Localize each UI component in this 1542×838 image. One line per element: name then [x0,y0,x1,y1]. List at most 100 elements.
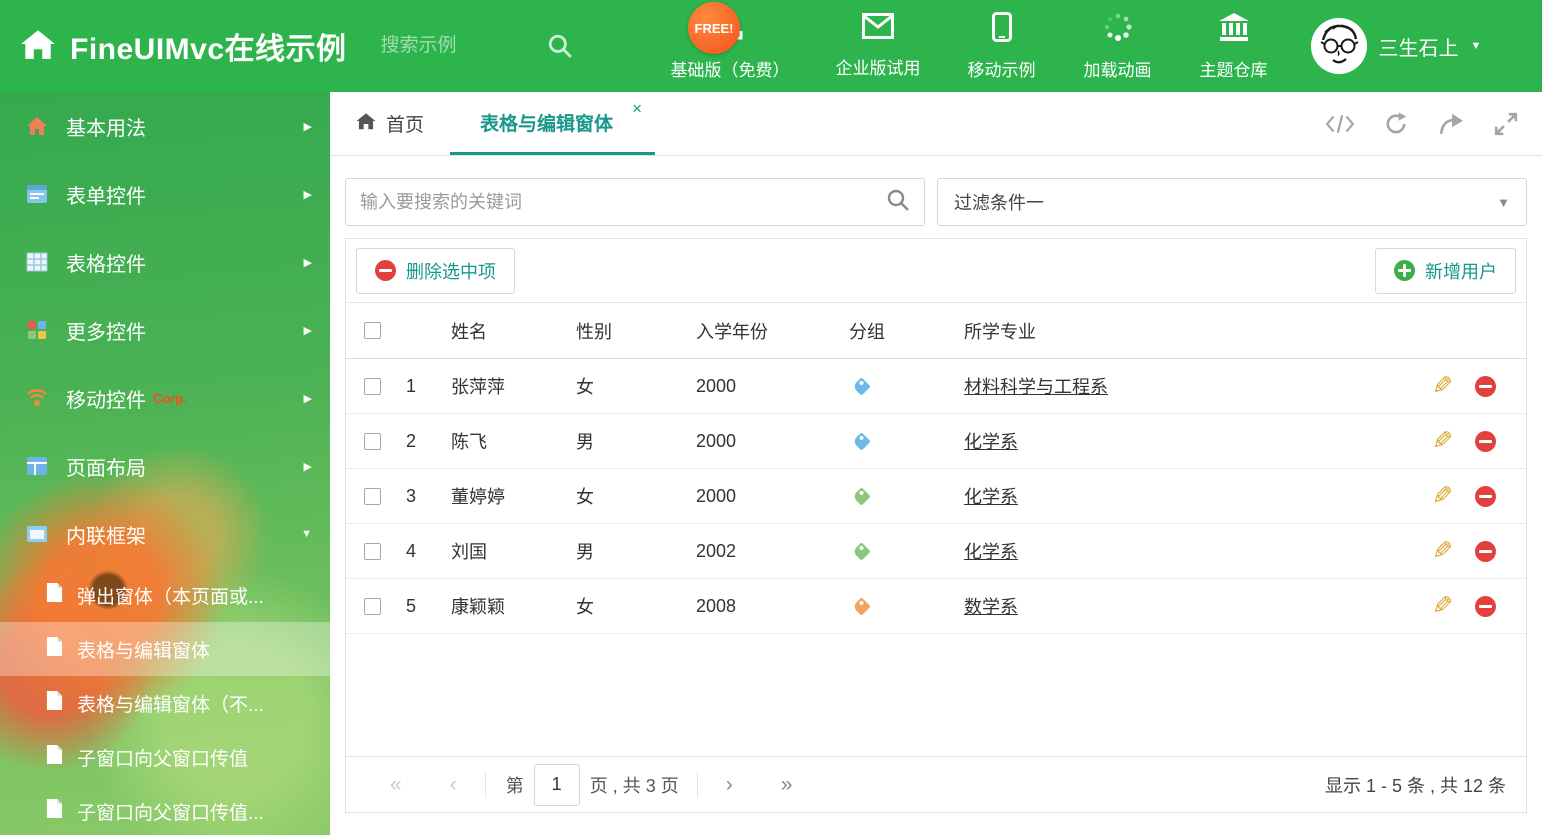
column-header-group: 分组 [849,321,885,342]
share-icon[interactable] [1438,113,1464,135]
cell-name: 董婷婷 [451,487,505,507]
table-row[interactable]: 5 康颖颖 女 2008 数学系 ✎ [346,579,1526,634]
nav-theme-repo[interactable]: 主题仓库 [1199,12,1269,81]
sidebar-item-iframe[interactable]: 内联框架 ▼ [0,500,330,568]
edit-icon[interactable]: ✎ [1432,537,1453,565]
file-icon [46,636,63,662]
user-menu[interactable]: 三生石上 ▼ [1310,18,1481,74]
frame-icon [24,523,50,545]
sidebar-subitem-popup-window[interactable]: 弹出窗体（本页面或... [0,568,330,622]
header-nav: 基础版（免费） 企业版试用 移动示例 加载动画 主题仓库 [671,11,1269,81]
app-logo[interactable]: FineUIMvc在线示例 [0,24,347,68]
top-header: FineUIMvc在线示例 FREE! 基础版（免费） 企业版试用 移动示例 [0,0,1542,92]
delete-icon[interactable] [1475,595,1496,617]
prev-page-button[interactable]: ‹ [426,774,481,795]
cell-year: 2008 [696,595,737,616]
nav-mobile-demo[interactable]: 移动示例 [967,11,1037,81]
sidebar-item-more-controls[interactable]: 更多控件 ▶ [0,296,330,364]
divider [696,771,698,798]
file-icon [46,690,63,716]
sidebar-item-basic-usage[interactable]: 基本用法 ▶ [0,92,330,160]
free-badge: FREE! [688,2,740,54]
code-icon[interactable] [1326,114,1354,134]
file-icon [46,798,63,824]
sidebar-subitem-label: 表格与编辑窗体（不... [77,694,264,716]
spinner-icon [1103,12,1133,47]
next-page-button[interactable]: › [702,774,757,795]
nav-loading-animations[interactable]: 加载动画 [1083,12,1153,81]
sidebar-subitem-label: 子窗口向父窗口传值 [77,748,249,770]
major-link[interactable]: 数学系 [964,597,1018,617]
page-number-input[interactable] [533,763,580,806]
major-link[interactable]: 化学系 [964,487,1018,507]
tab-home[interactable]: 首页 [330,92,450,155]
cell-gender: 男 [576,432,594,452]
home-icon [24,115,50,137]
table-row[interactable]: 2 陈飞 男 2000 化学系 ✎ [346,414,1526,469]
delete-icon[interactable] [1475,485,1496,507]
cell-year: 2000 [696,430,737,451]
tab-grid-edit-window[interactable]: 表格与编辑窗体 × [450,92,656,155]
sidebar-subitem-grid-edit-window-2[interactable]: 表格与编辑窗体（不... [0,676,330,730]
chevron-right-icon: ▶ [303,392,312,405]
keyword-search-input[interactable] [360,191,886,213]
expand-icon[interactable] [1494,112,1518,136]
tab-label: 首页 [386,115,425,136]
delete-selected-button[interactable]: 删除选中项 [356,247,515,294]
table-row[interactable]: 1 张萍萍 女 2000 材料科学与工程系 ✎ [346,359,1526,414]
sidebar-subitem-child-to-parent-2[interactable]: 子窗口向父窗口传值... [0,784,330,838]
table-icon [24,251,50,273]
last-page-button[interactable]: » [757,774,817,795]
select-all-checkbox[interactable] [364,322,381,339]
row-index: 5 [406,595,417,616]
edit-icon[interactable]: ✎ [1432,427,1453,455]
edit-icon[interactable]: ✎ [1432,592,1453,620]
home-tab-icon [356,112,376,136]
sidebar-subitem-child-to-parent[interactable]: 子窗口向父窗口传值 [0,730,330,784]
refresh-icon[interactable] [1384,112,1408,136]
search-icon[interactable] [547,33,573,59]
major-link[interactable]: 材料科学与工程系 [964,377,1108,397]
add-user-button[interactable]: 新增用户 [1375,247,1516,294]
nav-enterprise-trial[interactable]: 企业版试用 [836,12,921,79]
major-link[interactable]: 化学系 [964,432,1018,452]
delete-icon[interactable] [1475,430,1496,452]
row-checkbox[interactable] [364,377,381,395]
sidebar-item-form-controls[interactable]: 表单控件 ▶ [0,160,330,228]
table-row[interactable]: 4 刘国 男 2002 化学系 ✎ [346,524,1526,579]
major-link[interactable]: 化学系 [964,542,1018,562]
tag-icon [852,596,871,616]
first-page-button[interactable]: « [366,774,426,795]
cell-year: 2000 [696,485,737,506]
user-avatar[interactable] [1310,18,1367,74]
delete-icon[interactable] [1475,375,1496,397]
search-icon[interactable] [886,188,910,217]
cell-name: 刘国 [451,542,487,562]
edit-icon[interactable]: ✎ [1432,482,1453,510]
page-label: 第 [505,775,524,796]
row-checkbox[interactable] [364,542,381,560]
filter-dropdown[interactable]: 过滤条件一 ▼ [937,178,1527,226]
row-checkbox[interactable] [364,487,381,505]
wireless-icon [24,387,50,409]
tag-icon [852,541,871,561]
sidebar-item-mobile-controls[interactable]: 移动控件 Corp. ▶ [0,364,330,432]
sidebar-subitem-label: 表格与编辑窗体 [77,640,211,662]
sidebar-item-label: 表格控件 [66,253,146,276]
row-checkbox[interactable] [364,597,381,615]
sidebar-subitem-grid-edit-window[interactable]: 表格与编辑窗体 [0,622,330,676]
row-checkbox[interactable] [364,432,381,450]
button-label: 新增用户 [1425,261,1497,282]
edit-icon[interactable]: ✎ [1432,372,1453,400]
sidebar-item-grid-controls[interactable]: 表格控件 ▶ [0,228,330,296]
mobile-icon [991,11,1012,47]
cell-name: 康颖颖 [451,597,505,617]
header-search-input[interactable] [380,35,531,57]
sidebar-item-page-layout[interactable]: 页面布局 ▶ [0,432,330,500]
close-icon[interactable]: × [632,99,642,119]
main-content: 首页 表格与编辑窗体 × 输入要搜索的关键词 过滤条件一 ▼ 删除选中项 新增用… [330,92,1542,835]
envelope-icon [862,12,895,45]
delete-icon[interactable] [1475,540,1496,562]
sidebar-item-label: 基本用法 [66,117,146,140]
table-row[interactable]: 3 董婷婷 女 2000 化学系 ✎ [346,469,1526,524]
